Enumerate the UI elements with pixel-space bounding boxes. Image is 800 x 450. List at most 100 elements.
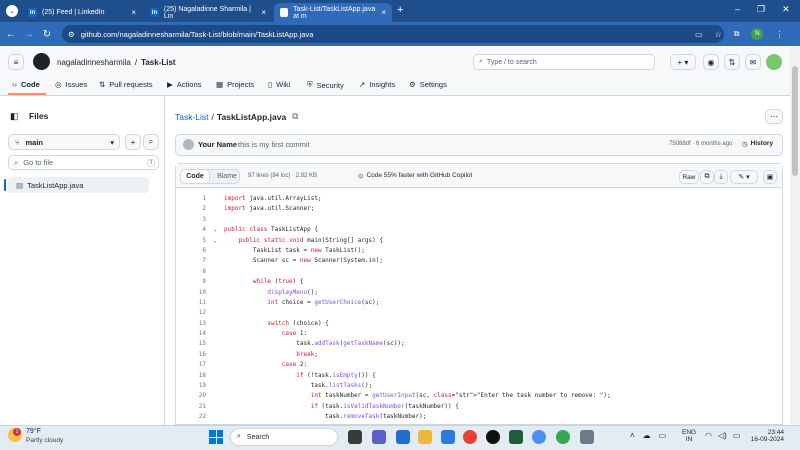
download-icon[interactable]: ⤓ (714, 170, 728, 184)
tab-search-icon[interactable]: ⌄ (6, 5, 18, 17)
star-icon[interactable]: ☆ (715, 30, 722, 39)
raw-button[interactable]: Raw (679, 170, 699, 184)
tab-wiki[interactable]: ▯ Wiki (268, 80, 290, 89)
chrome-profile-icon[interactable] (532, 430, 546, 444)
close-icon[interactable]: × (131, 8, 136, 17)
line-number[interactable]: 16 (186, 350, 206, 360)
copy-icon[interactable]: ⧉ (700, 170, 714, 184)
hamburger-icon[interactable]: ≡ (8, 54, 24, 70)
notifications-icon[interactable]: ✉ (745, 54, 761, 70)
site-info-icon[interactable]: ⚙ (68, 30, 75, 39)
commit-message[interactable]: this is my first commit (238, 140, 310, 149)
commit-hash-time[interactable]: 75088df · 6 months ago (669, 141, 732, 147)
branch-selector[interactable]: ⑂ main ▾ (8, 134, 120, 150)
dell-icon[interactable] (486, 430, 500, 444)
scrollbar-thumb[interactable] (792, 66, 798, 176)
close-icon[interactable]: × (261, 8, 266, 17)
line-number[interactable]: 6 (186, 246, 206, 256)
commit-author[interactable]: Your Name (198, 140, 237, 149)
chrome-active-icon[interactable] (556, 430, 570, 444)
code-view-button[interactable]: Code (180, 169, 210, 184)
copy-path-icon[interactable]: ⧉ (292, 111, 298, 122)
tab-settings[interactable]: ⚙ Settings (409, 80, 447, 89)
new-tab-button[interactable]: + (397, 4, 403, 16)
line-number[interactable]: 14 (186, 329, 206, 339)
add-file-button[interactable]: + (125, 134, 141, 150)
copilot-promo[interactable]: ⊙ Code 55% faster with GitHub Copilot (358, 172, 472, 180)
repo-link[interactable]: Task-List (141, 58, 176, 67)
tab-github-file[interactable]: Task-List/TaskListApp.java at m × (274, 3, 392, 22)
tab-pull-requests[interactable]: ⇅ Pull requests (99, 80, 153, 89)
go-to-file-input[interactable]: ⌕ Go to file t (8, 155, 159, 170)
line-number[interactable]: 13 (186, 319, 206, 329)
line-number[interactable]: 4 (186, 225, 206, 235)
line-number[interactable]: 10 (186, 288, 206, 298)
user-avatar[interactable] (766, 54, 782, 70)
line-number[interactable]: 2 (186, 204, 206, 214)
store-icon[interactable] (441, 430, 455, 444)
blame-view-button[interactable]: Blame (213, 169, 241, 184)
maximize-icon[interactable]: ❐ (757, 4, 765, 15)
line-number[interactable]: 15 (186, 339, 206, 349)
tab-linkedin-profile[interactable]: in (25) Nagaladinne Sharmila | Lin × (144, 3, 272, 22)
monitor-icon[interactable]: ▭ (659, 431, 667, 440)
line-number[interactable]: 21 (186, 402, 206, 412)
chevron-up-icon[interactable]: ˄ (630, 431, 635, 440)
search-files-button[interactable]: ⌕ (143, 134, 159, 150)
tab-security[interactable]: ⛨ Security (307, 80, 344, 90)
weather-temp[interactable]: 79°F (26, 428, 41, 435)
start-windows-icon[interactable] (209, 430, 223, 444)
menu-icon[interactable]: ⋮ (775, 30, 783, 39)
line-number[interactable]: 17 (186, 360, 206, 370)
reload-icon[interactable]: ↻ (40, 29, 54, 40)
line-number[interactable]: 7 (186, 256, 206, 266)
weather-desc[interactable]: Partly cloudy (26, 437, 63, 444)
quick-settings[interactable]: ◠ ◁) ▭ (705, 431, 740, 440)
minimize-icon[interactable]: – (735, 4, 740, 15)
line-number[interactable]: 18 (186, 371, 206, 381)
url-field[interactable]: ⚙ github.com/nagaladinnesharmila/Task-Lis… (62, 25, 724, 43)
tab-code[interactable]: ‹› Code (12, 80, 40, 89)
tab-insights[interactable]: ↗ Insights (359, 80, 395, 89)
line-number[interactable]: 8 (186, 267, 206, 277)
close-window-icon[interactable]: ✕ (782, 4, 790, 15)
cloud-icon[interactable]: ☁ (643, 431, 651, 440)
extensions-icon[interactable]: ⧉ (734, 29, 740, 39)
edge-icon[interactable] (396, 430, 410, 444)
language-indicator[interactable]: ENG IN (682, 429, 696, 443)
terminal-icon[interactable] (509, 430, 523, 444)
tab-issues[interactable]: ◎ Issues (55, 80, 87, 89)
install-icon[interactable]: ▭ (695, 30, 703, 39)
line-number[interactable]: 5 (186, 236, 206, 246)
page-scrollbar[interactable] (790, 46, 800, 425)
line-number[interactable]: 9 (186, 277, 206, 287)
task-view-icon[interactable] (348, 430, 362, 444)
line-number[interactable]: 3 (186, 215, 206, 225)
tab-projects[interactable]: ▦ Projects (216, 80, 254, 89)
create-new-button[interactable]: + ▾ (670, 54, 696, 70)
line-number[interactable]: 19 (186, 381, 206, 391)
edit-button[interactable]: ✎ ▾ (730, 170, 758, 184)
github-logo-icon[interactable] (33, 53, 50, 70)
chrome-icon[interactable] (463, 430, 477, 444)
profile-avatar[interactable]: N (751, 28, 764, 40)
global-search-input[interactable]: ⌕ Type / to search (473, 54, 655, 70)
line-number[interactable]: 20 (186, 391, 206, 401)
back-icon[interactable]: ← (4, 29, 18, 40)
clock[interactable]: 23:44 16-09-2024 (744, 429, 784, 443)
history-link[interactable]: ◷ History (742, 140, 773, 148)
symbols-panel-icon[interactable]: ▣ (763, 170, 777, 184)
taskbar-search[interactable]: ⌕ Search (230, 428, 338, 446)
owner-link[interactable]: nagaladinnesharmila (57, 58, 131, 67)
issues-icon[interactable]: ◉ (703, 54, 719, 70)
tab-linkedin-feed[interactable]: in (25) Feed | LinkedIn × (22, 3, 142, 22)
line-number[interactable]: 11 (186, 298, 206, 308)
repo-link[interactable]: Task-List (175, 112, 209, 122)
fold-chevron-icon[interactable]: ⌄ (206, 225, 224, 235)
collapse-sidebar-icon[interactable]: ◧ (10, 111, 19, 122)
line-number[interactable]: 22 (186, 412, 206, 422)
close-icon[interactable]: × (381, 8, 386, 17)
copilot-taskbar-icon[interactable] (372, 430, 386, 444)
line-number[interactable]: 12 (186, 308, 206, 318)
more-options-icon[interactable]: ⋯ (765, 109, 783, 124)
